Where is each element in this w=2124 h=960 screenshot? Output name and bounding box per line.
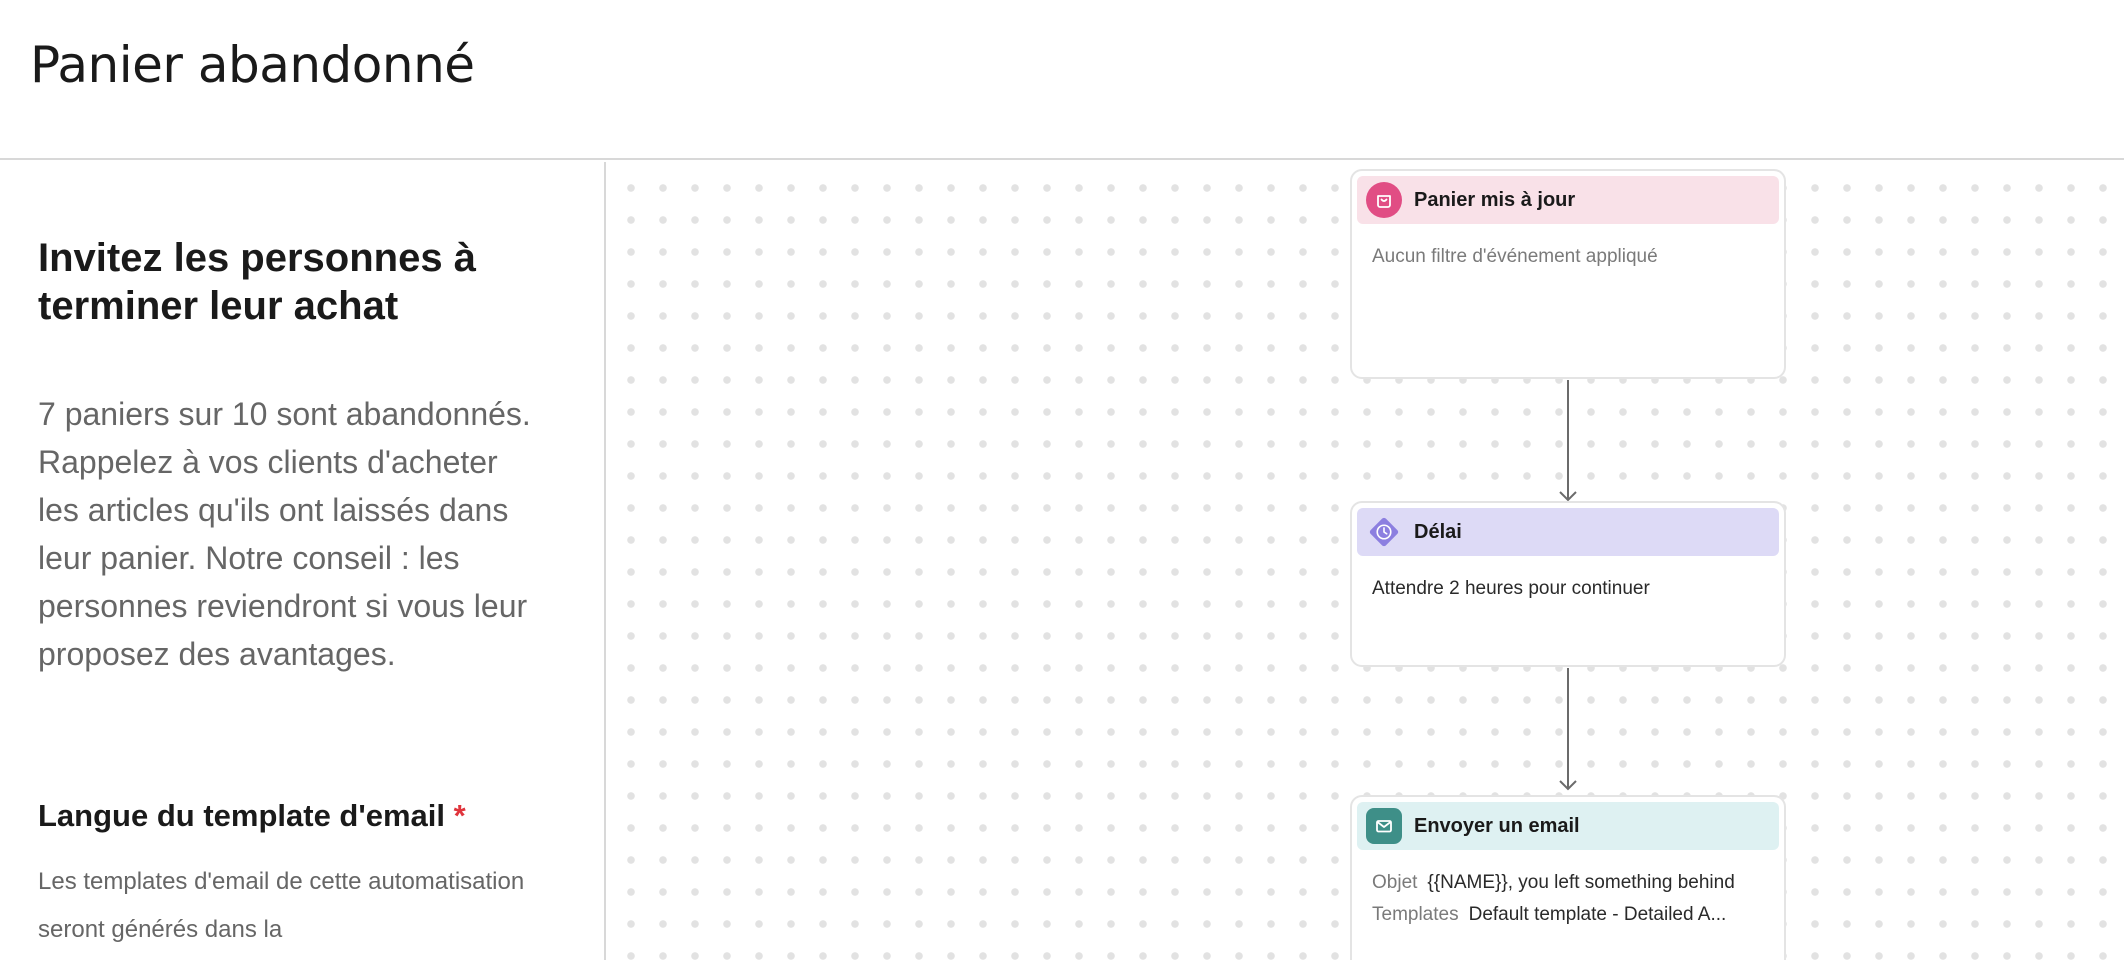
delay-node-body: Attendre 2 heures pour continuer xyxy=(1372,578,1650,599)
language-heading: Langue du template d'email * xyxy=(38,796,466,836)
required-marker: * xyxy=(453,798,466,833)
email-node-body: Objet {{NAME}}, you left something behind… xyxy=(1372,867,1768,931)
delay-node-title: Délai xyxy=(1414,520,1462,543)
delay-node-header: Délai xyxy=(1357,508,1779,556)
email-subject-row: Objet {{NAME}}, you left something behind xyxy=(1372,867,1768,899)
trigger-node-header: Panier mis à jour xyxy=(1357,176,1779,224)
email-template-value: Default template - Detailed A... xyxy=(1468,904,1727,925)
email-node-title: Envoyer un email xyxy=(1414,814,1580,837)
page-title: Panier abandonné xyxy=(30,36,475,94)
email-node-header: Envoyer un email xyxy=(1357,802,1779,850)
trigger-node-title: Panier mis à jour xyxy=(1414,188,1576,211)
clock-icon xyxy=(1366,514,1402,550)
email-subject-value: {{NAME}}, you left something behind xyxy=(1427,872,1735,893)
email-template-label: Templates xyxy=(1372,904,1459,925)
mail-icon xyxy=(1366,808,1402,844)
language-heading-text: Langue du template d'email xyxy=(38,798,445,833)
cart-icon xyxy=(1366,182,1402,218)
email-node[interactable]: Envoyer un email Objet {{NAME}}, you left… xyxy=(1350,795,1786,960)
delay-node[interactable]: Délai Attendre 2 heures pour continuer xyxy=(1350,501,1786,667)
trigger-node[interactable]: Panier mis à jour Aucun filtre d'événeme… xyxy=(1350,169,1786,379)
workflow-canvas[interactable]: Panier mis à jour Aucun filtre d'événeme… xyxy=(608,162,2124,960)
email-template-row: Templates Default template - Detailed A..… xyxy=(1372,899,1768,931)
intro-description: 7 paniers sur 10 sont abandonnés. Rappel… xyxy=(38,396,531,672)
info-panel: Invitez les personnes à terminer leur ac… xyxy=(0,162,606,960)
page-header: Panier abandonné xyxy=(0,0,2124,160)
email-subject-label: Objet xyxy=(1372,872,1418,893)
intro-heading: Invitez les personnes à terminer leur ac… xyxy=(38,236,476,328)
trigger-node-body: Aucun filtre d'événement appliqué xyxy=(1372,246,1658,267)
connector-arrow xyxy=(1559,668,1577,791)
language-description: Les templates d'email de cette automatis… xyxy=(38,868,525,943)
